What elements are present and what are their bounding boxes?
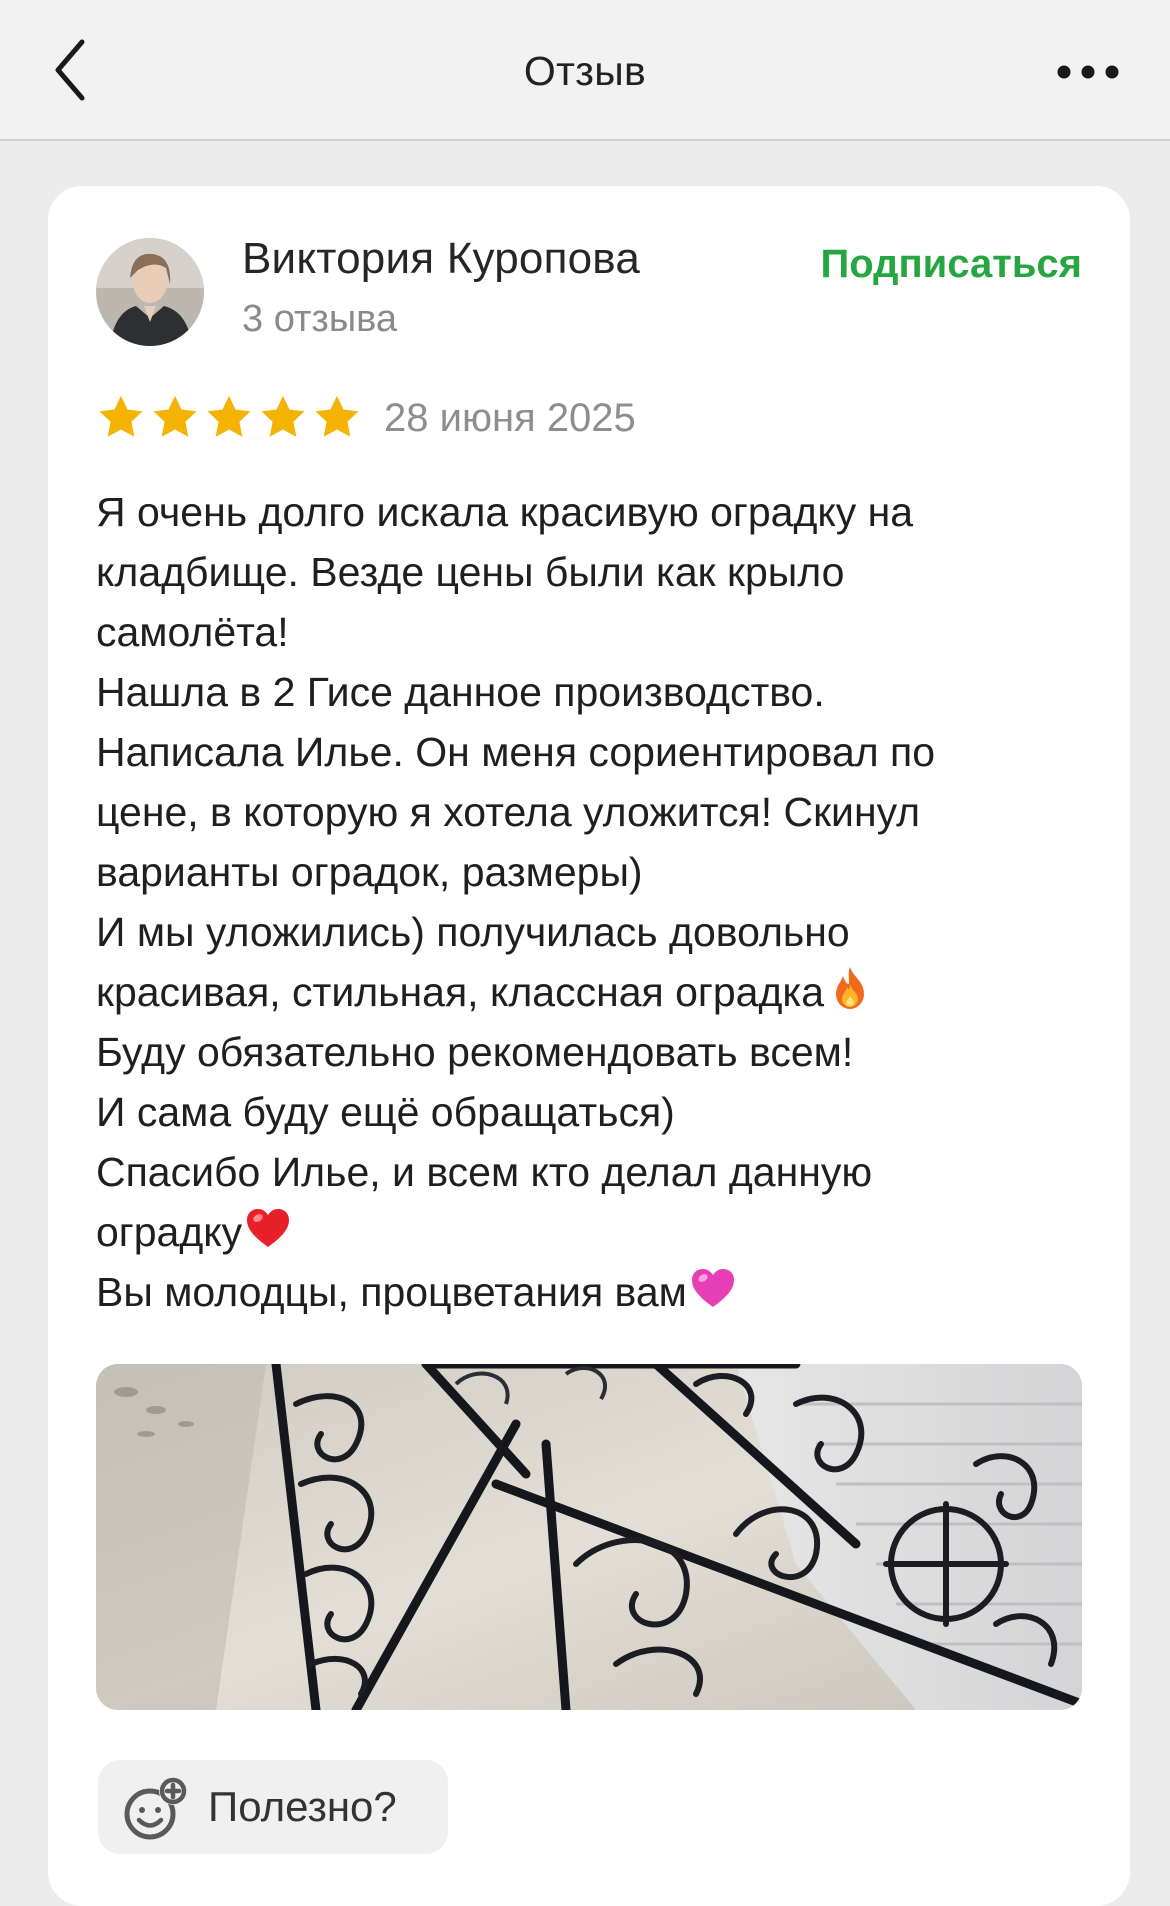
review-line: Буду обязательно рекомендовать всем! xyxy=(96,1029,854,1075)
helpful-label: Полезно? xyxy=(208,1783,397,1830)
review-line-with-emoji: оградку xyxy=(96,1202,1096,1262)
helpful-button[interactable]: Полезно? xyxy=(98,1760,448,1854)
more-options-button[interactable] xyxy=(1048,52,1128,92)
fence-photo-image xyxy=(96,1364,1082,1710)
review-line: И мы уложились) получилась довольно xyxy=(96,909,850,955)
page-title: Отзыв xyxy=(523,48,647,94)
smile-plus-icon xyxy=(120,1774,190,1844)
top-navigation-bar: Отзыв xyxy=(0,0,1170,141)
rating-stars xyxy=(96,392,362,442)
star-icon xyxy=(204,392,254,442)
pink-heart-emoji-icon xyxy=(689,1264,737,1312)
red-heart-emoji-icon xyxy=(244,1204,292,1252)
review-line-with-emoji: красивая, стильная, классная оградка xyxy=(96,962,1096,1022)
review-text: Я очень долго искала красивую оградку на… xyxy=(96,482,1096,1322)
review-line: цене, в которую я хотела уложится! Скину… xyxy=(96,789,921,835)
review-card: Виктория Куропова 3 отзыва Подписаться 2… xyxy=(48,186,1130,1906)
review-line-with-emoji: Вы молодцы, процветания вам xyxy=(96,1262,1096,1322)
star-icon xyxy=(312,392,362,442)
review-line: самолёта! xyxy=(96,609,289,655)
star-icon xyxy=(258,392,308,442)
review-date: 28 июня 2025 xyxy=(384,396,636,440)
review-line: варианты оградок, размеры) xyxy=(96,849,643,895)
review-line-text: красивая, стильная, классная оградка xyxy=(96,969,825,1015)
review-line: Спасибо Илье, и всем кто делал данную xyxy=(96,1149,873,1195)
avatar-image xyxy=(96,238,204,346)
subscribe-button[interactable]: Подписаться xyxy=(820,242,1082,287)
review-line: Написала Илье. Он меня сориентировал по xyxy=(96,729,936,775)
author-review-count: 3 отзыва xyxy=(242,298,398,340)
review-photo[interactable] xyxy=(96,1364,1082,1710)
star-icon xyxy=(96,392,146,442)
review-line: Я очень долго искала красивую оградку на xyxy=(96,489,914,535)
more-horizontal-icon xyxy=(1057,65,1119,79)
author-name[interactable]: Виктория Куропова xyxy=(242,234,640,284)
fire-emoji-icon xyxy=(826,964,874,1012)
review-line: кладбище. Везде цены были как крыло xyxy=(96,549,845,595)
review-line-text: оградку xyxy=(96,1209,243,1255)
star-icon xyxy=(150,392,200,442)
avatar[interactable] xyxy=(96,238,204,346)
review-line: Нашла в 2 Гисе данное производство. xyxy=(96,669,825,715)
review-line: И сама буду ещё обращаться) xyxy=(96,1089,675,1135)
review-line-text: Вы молодцы, процветания вам xyxy=(96,1269,687,1315)
